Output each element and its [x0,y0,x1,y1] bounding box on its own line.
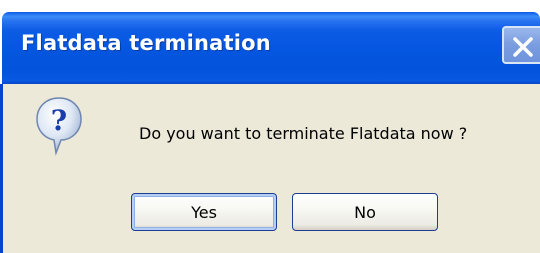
no-button[interactable]: No [292,193,438,231]
close-icon [513,37,533,57]
window-left-border [0,84,3,253]
question-icon: ? [36,97,82,156]
dialog-title: Flatdata termination [21,31,271,55]
svg-text:?: ? [51,104,67,137]
title-bar: Flatdata termination [0,0,540,84]
close-button[interactable] [502,26,540,64]
no-button-label: No [354,202,376,222]
yes-button[interactable]: Yes [131,193,277,231]
yes-button-label: Yes [191,202,217,222]
dialog-window: Flatdata termination ? Do you want to te… [0,0,540,253]
message-text: Do you want to terminate Flatdata now ? [139,124,468,143]
